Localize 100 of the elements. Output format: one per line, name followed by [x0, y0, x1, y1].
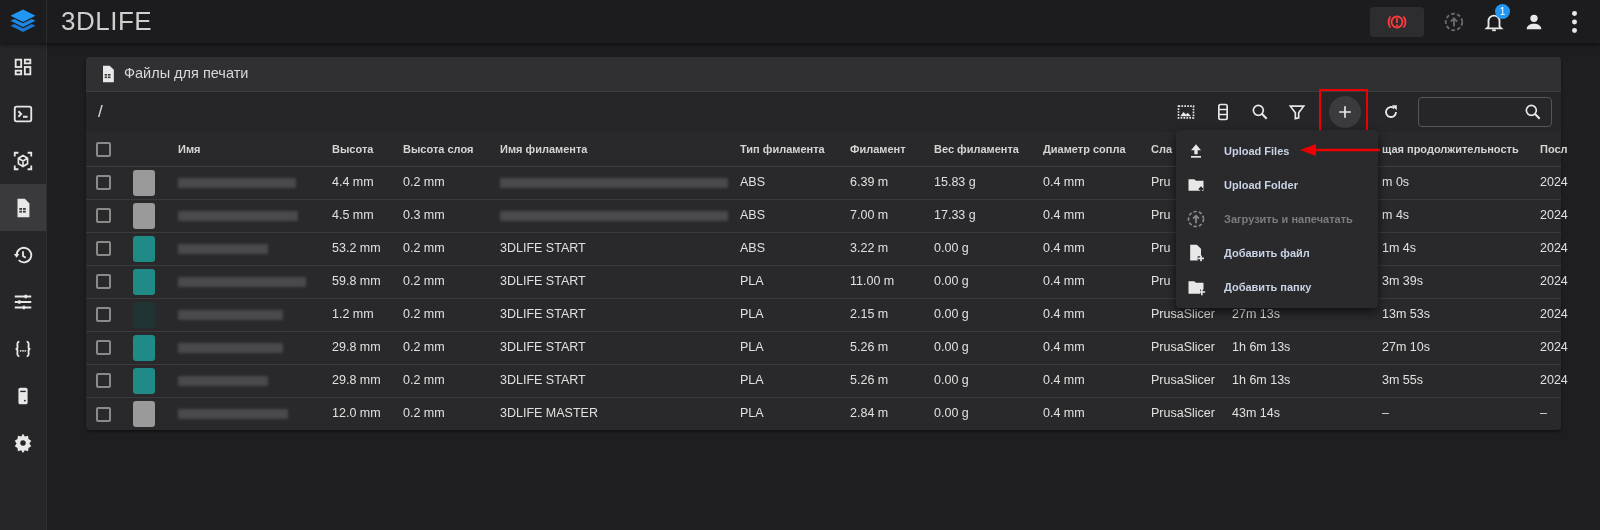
- table-cell: 3m 39s: [1382, 274, 1423, 289]
- table-cell: 0.4 mm: [1043, 373, 1085, 388]
- select-all-checkbox[interactable]: [96, 142, 111, 158]
- table-cell: 0.2 mm: [403, 406, 445, 421]
- table-cell: 0.2 mm: [403, 241, 445, 256]
- column-header[interactable]: Вес филамента: [934, 142, 1019, 155]
- row-checkbox[interactable]: [96, 241, 111, 257]
- table-cell: 29.8 mm: [332, 340, 381, 355]
- row-checkbox[interactable]: [96, 274, 111, 290]
- table-cell: ABS: [740, 241, 765, 256]
- table-cell: 0.00 g: [934, 340, 969, 355]
- kebab-menu-icon: [1571, 10, 1577, 33]
- table-cell: 3DLIFE START: [500, 373, 586, 388]
- table-cell: 2.15 m: [850, 307, 889, 322]
- row-checkbox[interactable]: [96, 208, 111, 224]
- table-cell: 13m 53s: [1382, 307, 1430, 322]
- emergency-stop-button[interactable]: [1370, 6, 1424, 37]
- table-cell: 2024: [1540, 307, 1568, 322]
- table-cell: 53.2 mm: [332, 241, 381, 256]
- menu-item[interactable]: Upload Files: [1176, 134, 1378, 168]
- column-header[interactable]: Филамент: [850, 142, 906, 155]
- table-cell: 7.00 m: [850, 208, 889, 223]
- table-cell: 0.00 g: [934, 406, 969, 421]
- table-cell: ABS: [740, 208, 765, 223]
- table-cell: 2024: [1540, 208, 1568, 223]
- table-cell: PrusaSlicer: [1151, 307, 1215, 322]
- table-cell: 2.84 m: [850, 406, 889, 421]
- table-cell: 4.5 mm: [332, 208, 374, 223]
- table-cell: PLA: [740, 274, 764, 289]
- folder-path: /: [98, 101, 103, 124]
- image-frame-icon: [1176, 102, 1196, 122]
- table-cell: 43m 14s: [1232, 406, 1280, 421]
- table-cell: 3.22 m: [850, 241, 889, 256]
- table-cell: 1h 6m 13s: [1232, 373, 1291, 388]
- table-cell: 0.2 mm: [403, 175, 445, 190]
- table-cell: PLA: [740, 373, 764, 388]
- table-cell: Pru: [1151, 274, 1171, 289]
- column-header[interactable]: Тип филамента: [740, 142, 825, 155]
- row-checkbox[interactable]: [96, 406, 111, 422]
- table-cell: PrusaSlicer: [1151, 340, 1215, 355]
- table-cell: 2024: [1540, 241, 1568, 256]
- table-cell: –: [1382, 406, 1389, 421]
- cube-icon: [12, 149, 34, 172]
- table-cell: 27m 13s: [1232, 307, 1280, 322]
- column-header[interactable]: щая продолжительность: [1382, 142, 1519, 155]
- column-header[interactable]: Имя филамента: [500, 142, 588, 155]
- column-header[interactable]: Высота: [332, 142, 374, 155]
- table-cell: PLA: [740, 340, 764, 355]
- table-cell: 0.4 mm: [1043, 208, 1085, 223]
- table-cell: 2024: [1540, 340, 1568, 355]
- table-cell: 0.4 mm: [1043, 175, 1085, 190]
- table-cell: 0.2 mm: [403, 340, 445, 355]
- search-icon: [1250, 102, 1270, 122]
- app-title: 3DLIFE: [61, 5, 153, 38]
- table-cell: PLA: [740, 406, 764, 421]
- column-header[interactable]: Диаметр сопла: [1043, 142, 1126, 155]
- table-cell: 0.2 mm: [403, 373, 445, 388]
- table-cell: Pru: [1151, 175, 1171, 190]
- table-cell: 2024: [1540, 175, 1568, 190]
- table-cell: PLA: [740, 307, 764, 322]
- table-cell: 4.4 mm: [332, 175, 374, 190]
- table-cell: 0.4 mm: [1043, 340, 1085, 355]
- table-cell: 3DLIFE MASTER: [500, 406, 598, 421]
- row-checkbox[interactable]: [96, 373, 111, 389]
- column-header[interactable]: Имя: [178, 142, 201, 155]
- upload-circle-icon: [1186, 209, 1206, 229]
- table-cell: 0.4 mm: [1043, 406, 1085, 421]
- notification-count: 1: [1495, 3, 1510, 19]
- menu-item[interactable]: Добавить файл: [1176, 236, 1378, 270]
- menu-item[interactable]: Upload Folder: [1176, 168, 1378, 202]
- table-cell: 29.8 mm: [332, 373, 381, 388]
- card-title: Файлы для печати: [124, 64, 249, 84]
- table-cell: Pru: [1151, 241, 1171, 256]
- column-header[interactable]: Посл: [1540, 142, 1568, 155]
- filter-icon: [1287, 102, 1307, 122]
- upload-circle-icon: [1443, 10, 1465, 33]
- table-cell: 3DLIFE START: [500, 274, 586, 289]
- row-checkbox[interactable]: [96, 175, 111, 191]
- table-cell: m 0s: [1382, 175, 1410, 190]
- table-cell: 11.00 m: [850, 274, 895, 289]
- table-cell: 1m 4s: [1382, 241, 1417, 256]
- row-checkbox[interactable]: [96, 340, 111, 356]
- column-header[interactable]: Высота слоя: [403, 142, 474, 155]
- table-cell: –: [1540, 406, 1547, 421]
- table-cell: 0.4 mm: [1043, 241, 1085, 256]
- row-checkbox[interactable]: [96, 307, 111, 323]
- sidebar-item[interactable]: [0, 184, 46, 231]
- search-field[interactable]: [1418, 97, 1552, 127]
- table-cell: 2024: [1540, 373, 1568, 388]
- table-cell: 3DLIFE START: [500, 241, 586, 256]
- table-cell: PrusaSlicer: [1151, 406, 1215, 421]
- add-button[interactable]: [1329, 96, 1361, 128]
- table-cell: 59.8 mm: [332, 274, 381, 289]
- table-cell: 2024: [1540, 274, 1568, 289]
- table-cell: 5.26 m: [850, 373, 889, 388]
- table-cell: 6.39 m: [850, 175, 889, 190]
- search-icon: [1523, 102, 1543, 122]
- table-cell: 0.2 mm: [403, 274, 445, 289]
- column-header[interactable]: Сла: [1151, 142, 1173, 155]
- menu-item[interactable]: Добавить папку: [1176, 270, 1378, 304]
